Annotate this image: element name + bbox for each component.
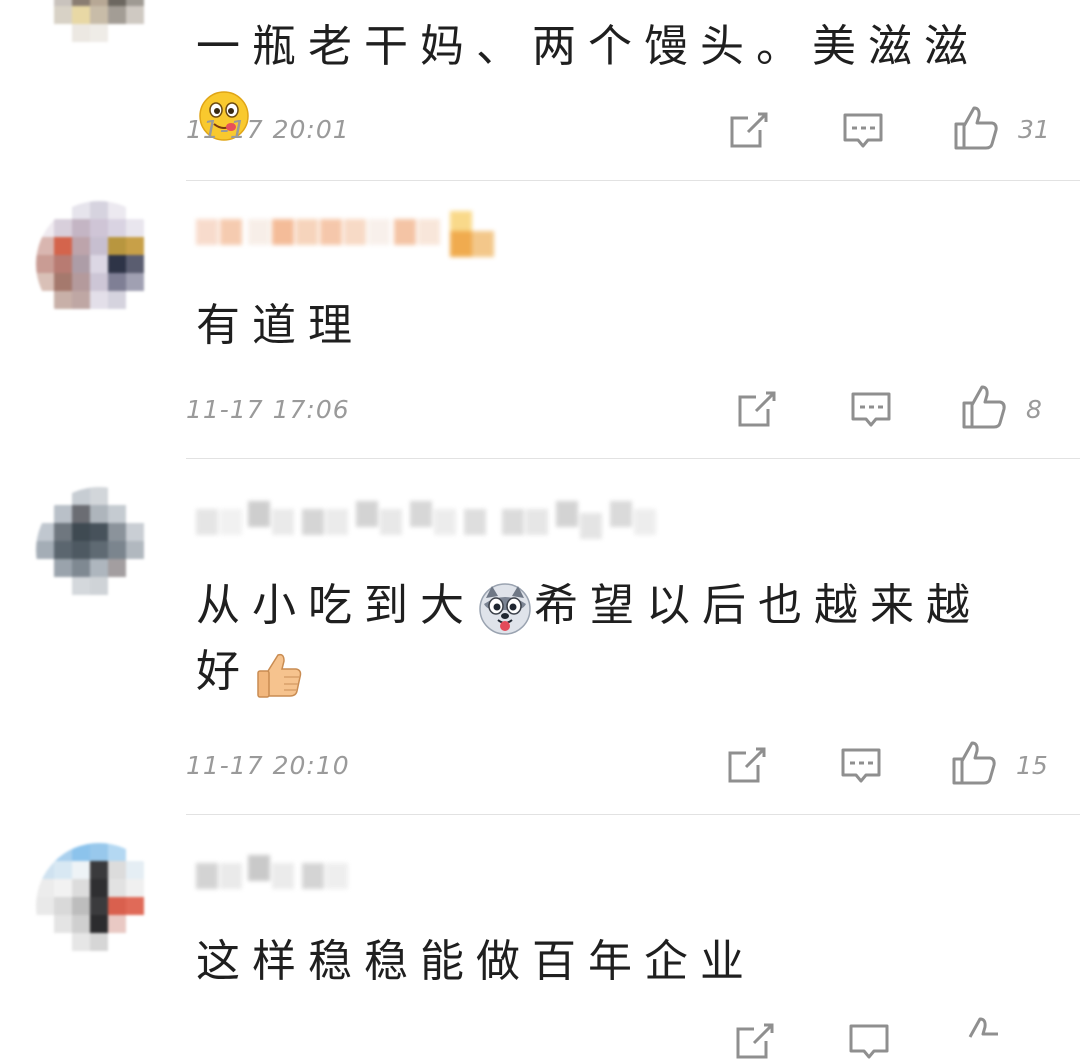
share-button[interactable] [736,389,778,429]
comment-time: 11-17 17:06 [186,395,350,424]
comment-text-part: 这样稳稳能做百年企业 [196,936,756,987]
comment-icon [849,1024,889,1059]
username-blurred[interactable] [196,497,676,553]
comment-text-part: 希望以后也越来越 [534,580,982,631]
like-button[interactable] [950,739,998,787]
comment-icon [843,113,883,148]
divider [186,458,1080,459]
comment-text: 有道理 [196,293,1026,359]
thumbs-up-emoji [254,649,306,701]
comment-text: 这样稳稳能做百年企业 [196,929,1026,995]
share-button[interactable] [726,745,768,785]
like-count: 31 [1018,115,1050,144]
share-icon [728,747,766,783]
reply-button[interactable] [850,391,892,431]
divider [186,180,1080,181]
comment-icon [851,392,891,427]
comment-text-part: 有道理 [196,300,364,351]
reply-button[interactable] [848,1023,890,1063]
comment-text: 从小吃到大 希望以后也越来越 好 [196,573,1026,705]
username-blurred[interactable] [196,849,356,905]
avatar[interactable] [36,0,162,60]
thumbs-up-icon [954,106,998,150]
share-icon [730,112,768,148]
thumbs-up-icon [952,741,996,785]
like-count: 15 [1016,751,1048,780]
share-icon [736,1023,774,1059]
avatar[interactable] [36,201,162,327]
like-button[interactable] [952,104,1000,152]
reply-button[interactable] [842,112,884,152]
comment-text-part: 从小吃到大 [196,580,476,631]
thumbs-up-icon [968,1017,998,1038]
like-button[interactable] [960,383,1008,431]
comment-text-part: 好 [196,646,252,697]
share-icon [738,391,776,427]
like-count: 8 [1026,395,1042,424]
share-button[interactable] [734,1021,776,1061]
like-button[interactable] [958,1015,1006,1063]
reply-button[interactable] [840,747,882,787]
username-blurred[interactable] [196,211,536,267]
comment-text-part: 一瓶老干妈、两个馒头。美滋滋 [196,21,980,72]
comment-time: 11-17 20:10 [186,751,350,780]
husky-emoji [478,582,532,636]
divider [186,814,1080,815]
avatar[interactable] [36,487,162,613]
avatar[interactable] [36,843,162,969]
share-button[interactable] [728,110,770,150]
comment-time: 11-17 20:01 [186,115,350,144]
comment-icon [841,748,881,783]
thumbs-up-icon [962,385,1006,429]
